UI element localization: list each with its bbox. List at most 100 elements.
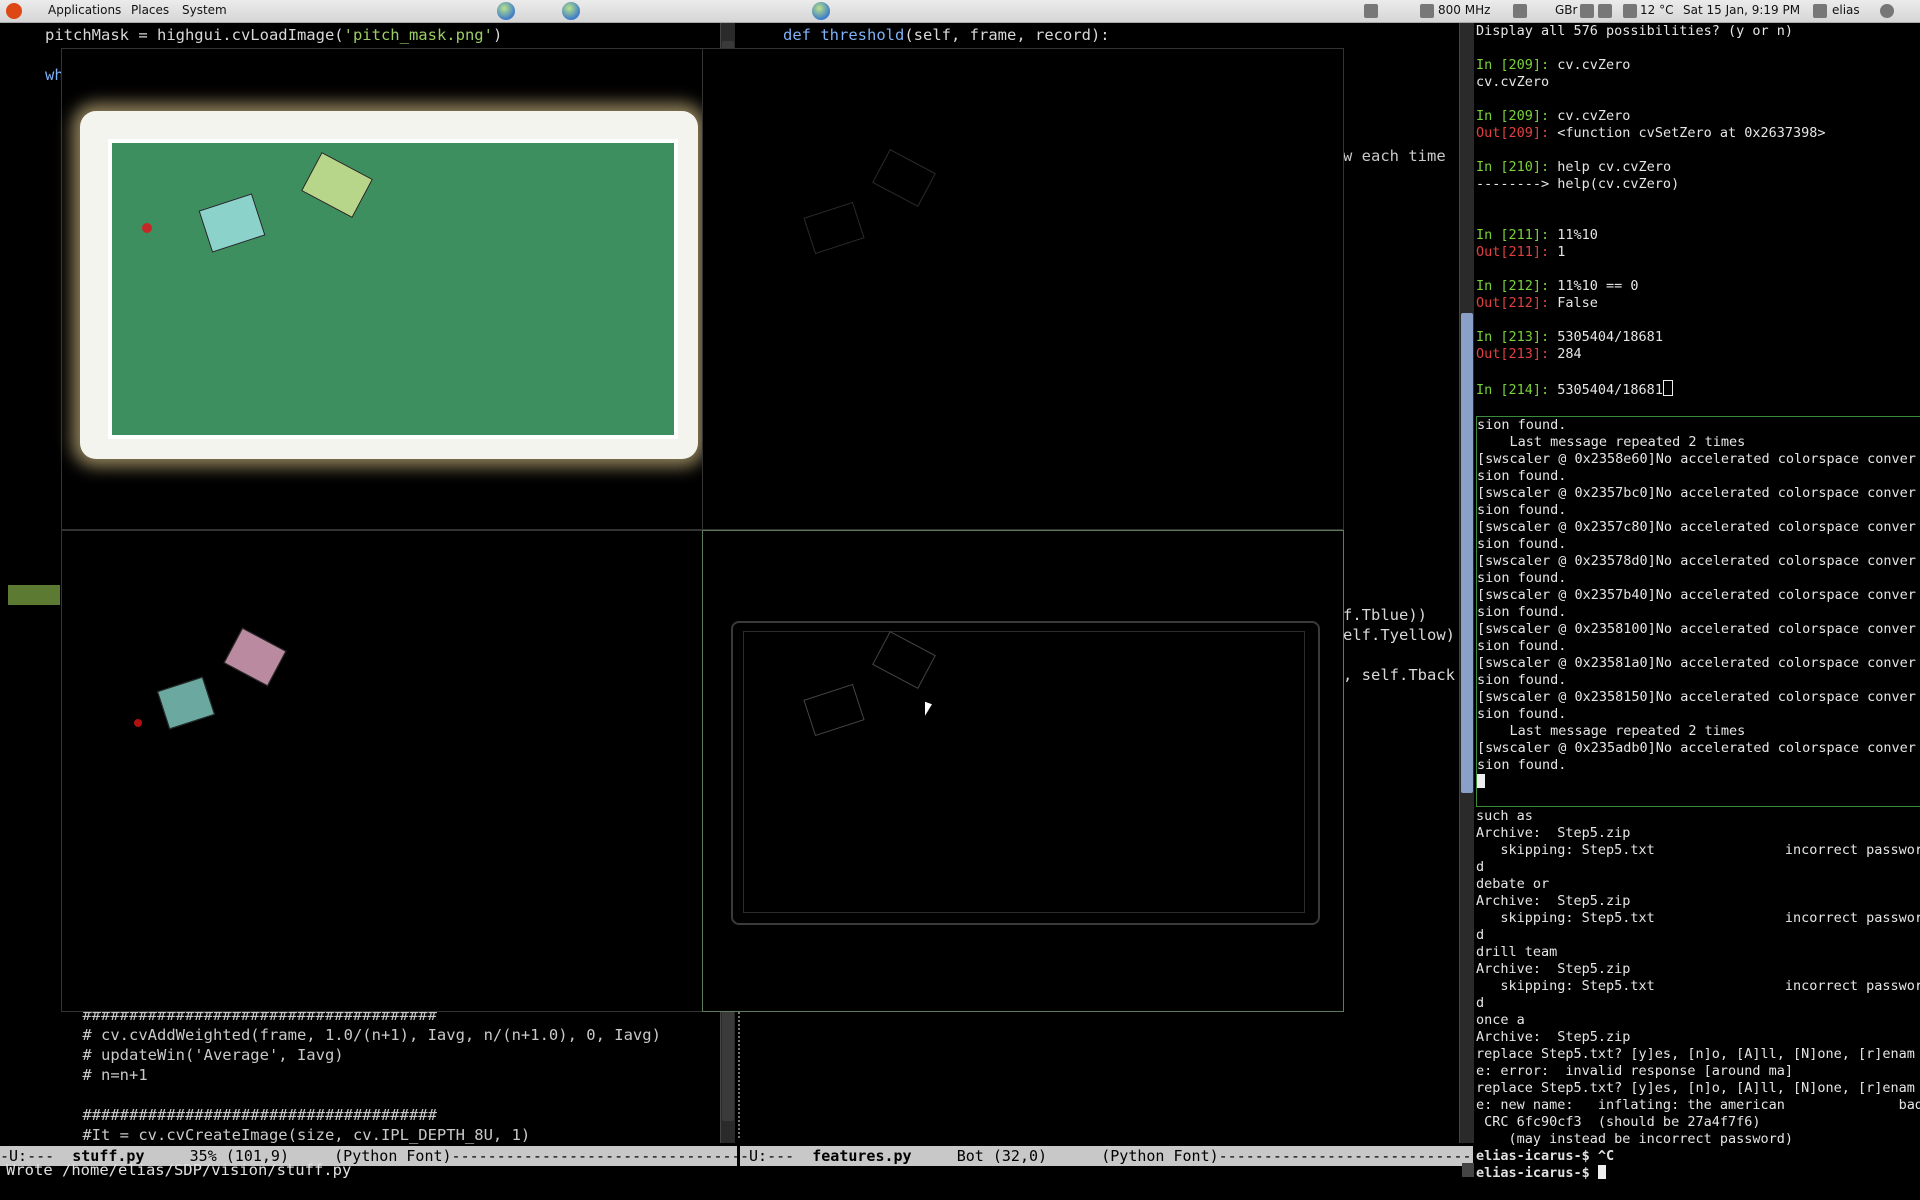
- log-line: [swscaler @ 0x2357b40]No accelerated col…: [1477, 587, 1916, 603]
- menu-system[interactable]: System: [182, 3, 227, 17]
- resize-grip-icon[interactable]: [1462, 1163, 1474, 1177]
- terminal-line: Out[212]: False: [1476, 295, 1920, 312]
- shell-line: such as: [1476, 808, 1533, 824]
- log-line: [swscaler @ 0x2357c80]No accelerated col…: [1477, 519, 1916, 535]
- edges-window[interactable]: [702, 530, 1344, 1012]
- threshold-window[interactable]: [702, 48, 1344, 530]
- ipython-text: cv.cvZero: [1557, 57, 1631, 73]
- code-fragment[interactable]: , self.Tback: [1343, 665, 1455, 685]
- printer-icon[interactable]: [1513, 4, 1527, 18]
- ipython-text: False: [1557, 295, 1598, 311]
- menu-places[interactable]: Places: [131, 3, 169, 17]
- region-highlight: [8, 585, 60, 605]
- window-divider[interactable]: [738, 1008, 745, 1138]
- ipython-text: 1: [1557, 244, 1566, 260]
- pitch-image: [80, 111, 698, 459]
- yellow-robot: [223, 627, 287, 687]
- top-panel: Applications Places System 800 MHz GBr 1…: [0, 0, 1920, 23]
- robots-window[interactable]: [61, 530, 703, 1012]
- shell-line: skipping: Step5.txt incorrect passwor: [1476, 978, 1920, 994]
- code-fragment[interactable]: elf.Tyellow): [1343, 625, 1455, 645]
- pitch-field: [108, 139, 678, 439]
- terminal-line: Out[213]: 284: [1476, 346, 1920, 363]
- ball: [134, 719, 142, 727]
- minibuffer[interactable]: Wrote /home/elias/SDP/vision/stuff.py: [0, 1160, 1466, 1180]
- log-line: sion found.: [1477, 706, 1567, 722]
- ipython-terminal[interactable]: Display all 576 possibilities? (y or n) I…: [1476, 23, 1920, 415]
- right-scrollbar[interactable]: [1459, 23, 1474, 1143]
- shell-line: e: error: invalid response [around ma]: [1476, 1063, 1793, 1079]
- network-icon[interactable]: [1598, 4, 1612, 18]
- shell-line: once a: [1476, 1012, 1525, 1028]
- log-line: [swscaler @ 0x2358150]No accelerated col…: [1477, 689, 1916, 705]
- code-line[interactable]: # updateWin('Average', Iavg): [45, 1045, 343, 1065]
- keyboard-layout[interactable]: GBr: [1555, 3, 1577, 17]
- text-cursor: [1597, 1165, 1606, 1179]
- ipython-prompt: In [209]:: [1476, 108, 1558, 124]
- browser-launcher-icon[interactable]: [562, 2, 580, 20]
- code-line[interactable]: # n=n+1: [45, 1065, 147, 1085]
- camera-frame-window[interactable]: [61, 48, 703, 530]
- browser-launcher-icon[interactable]: [497, 2, 515, 20]
- terminal-line: In [210]: help cv.cvZero: [1476, 159, 1920, 176]
- shell-line: drill team: [1476, 944, 1558, 960]
- code-line[interactable]: # cv.cvAddWeighted(frame, 1.0/(n+1), Iav…: [45, 1025, 661, 1045]
- ball: [142, 223, 152, 233]
- ipython-text: help cv.cvZero: [1557, 159, 1672, 175]
- weather-icon[interactable]: [1623, 4, 1637, 18]
- power-icon[interactable]: [1880, 4, 1894, 18]
- code-line[interactable]: pitchMask = highgui.cvLoadImage('pitch_m…: [45, 25, 502, 45]
- yellow-robot: [301, 151, 373, 219]
- ipython-prompt: Out[213]:: [1476, 346, 1558, 362]
- user-name[interactable]: elias: [1832, 3, 1860, 17]
- ubuntu-logo-icon[interactable]: [6, 3, 22, 19]
- log-line: sion found.: [1477, 672, 1567, 688]
- ipython-text: 284: [1557, 346, 1582, 362]
- ipython-text: 5305404/18681: [1557, 382, 1663, 398]
- log-terminal[interactable]: sion found. Last message repeated 2 time…: [1476, 416, 1920, 807]
- code-fragment[interactable]: w each time: [1343, 146, 1446, 166]
- code-fragment[interactable]: f.Tblue)): [1343, 605, 1427, 625]
- log-line: sion found.: [1477, 417, 1567, 433]
- log-line: [swscaler @ 0x2358e60]No accelerated col…: [1477, 451, 1916, 467]
- log-line: Last message repeated 2 times: [1477, 434, 1746, 450]
- shell-line: e: new name: inflating: the american bad: [1476, 1097, 1920, 1113]
- ipython-text: cv.cvZero: [1557, 108, 1631, 124]
- ipython-prompt: In [209]:: [1476, 57, 1558, 73]
- code-line[interactable]: ######################################: [45, 1105, 437, 1125]
- ipython-text: 5305404/18681: [1557, 329, 1663, 345]
- shell-line: skipping: Step5.txt incorrect passwor: [1476, 842, 1920, 858]
- menu-applications[interactable]: Applications: [48, 3, 121, 17]
- browser-launcher-icon[interactable]: [812, 2, 830, 20]
- log-line: sion found.: [1477, 536, 1567, 552]
- shell-prompt[interactable]: elias-icarus-$: [1476, 1165, 1920, 1182]
- shell-line: Archive: Step5.zip: [1476, 1029, 1631, 1045]
- pitch-edge-outline: [743, 631, 1305, 913]
- code-line[interactable]: #It = cv.cvCreateImage(size, cv.IPL_DEPT…: [45, 1125, 530, 1145]
- log-line: Last message repeated 2 times: [1477, 723, 1746, 739]
- ipython-prompt: In [214]:: [1476, 382, 1558, 398]
- log-line: sion found.: [1477, 604, 1567, 620]
- scrollbar-thumb[interactable]: [1461, 313, 1473, 793]
- log-line: sion found.: [1477, 757, 1567, 773]
- log-line: sion found.: [1477, 468, 1567, 484]
- shell-terminal[interactable]: such as Archive: Step5.zip skipping: Step…: [1476, 808, 1920, 1182]
- ipython-text: <function cvSetZero at 0x2637398>: [1557, 125, 1826, 141]
- user-icon[interactable]: [1813, 4, 1827, 18]
- terminal-line: In [209]: cv.cvZero: [1476, 108, 1920, 125]
- shell-line: d: [1476, 995, 1485, 1011]
- terminal-line: In [213]: 5305404/18681: [1476, 329, 1920, 346]
- shell-prompt[interactable]: elias-icarus-$ ^C: [1476, 1148, 1920, 1165]
- robot-outline: [803, 201, 865, 255]
- clock[interactable]: Sat 15 Jan, 9:19 PM: [1683, 3, 1800, 17]
- cpu-monitor-icon: [1420, 4, 1434, 18]
- camera-icon[interactable]: [1364, 4, 1378, 18]
- code-line[interactable]: def threshold(self, frame, record):: [783, 25, 1110, 45]
- temperature[interactable]: 12 °C: [1640, 3, 1673, 17]
- bluetooth-icon[interactable]: [1580, 4, 1594, 18]
- shell-line: (may instead be incorrect password): [1476, 1131, 1793, 1147]
